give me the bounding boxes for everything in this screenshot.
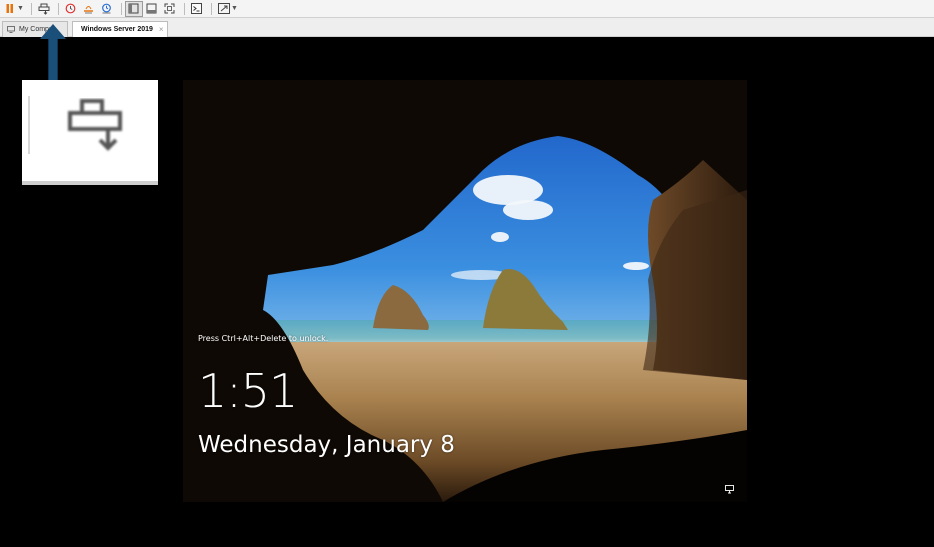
toolbar-separator xyxy=(120,2,122,15)
console-view-button[interactable] xyxy=(189,2,205,16)
revert-snapshot-icon xyxy=(84,6,94,14)
vmware-toolbar: ▼ ▼ xyxy=(0,0,934,18)
toolbar-separator xyxy=(30,2,32,15)
snapshot-manager-button[interactable] xyxy=(99,2,115,16)
toolbar-separator xyxy=(57,2,59,15)
sidebar-view-icon xyxy=(128,3,139,14)
toolbar-separator xyxy=(210,2,212,15)
stretch-guest-button[interactable] xyxy=(216,2,232,16)
full-screen-icon xyxy=(164,3,175,14)
pause-icon xyxy=(6,4,13,13)
thumbnail-view-icon xyxy=(146,3,157,14)
callout-separator xyxy=(28,96,30,154)
thumbnail-view-button[interactable] xyxy=(144,2,160,16)
vm-guest-display[interactable]: Press Ctrl+Alt+Delete to unlock. 1:51 We… xyxy=(183,80,747,502)
pause-button[interactable] xyxy=(2,2,18,16)
unlock-hint: Press Ctrl+Alt+Delete to unlock. xyxy=(198,334,329,343)
revert-snapshot-button[interactable] xyxy=(81,2,97,16)
snapshot-button[interactable] xyxy=(63,2,79,16)
stretch-dropdown-icon[interactable]: ▼ xyxy=(231,5,238,12)
zoomed-button-callout xyxy=(22,80,158,185)
network-icon[interactable] xyxy=(725,485,735,494)
send-ctrl-alt-del-button[interactable] xyxy=(36,2,52,16)
send-ctrl-alt-del-zoomed-icon xyxy=(68,99,122,151)
computer-icon xyxy=(7,26,15,33)
full-screen-button[interactable] xyxy=(162,2,178,16)
vm-tab-strip: My Compu Windows Server 2019 × xyxy=(0,18,934,37)
pause-dropdown-icon[interactable]: ▼ xyxy=(17,5,24,12)
console-view-icon xyxy=(191,3,203,14)
snapshot-icon xyxy=(66,3,76,14)
sidebar-view-button[interactable] xyxy=(124,0,143,17)
tab-label: Windows Server 2019 xyxy=(81,26,153,33)
toolbar-separator xyxy=(183,2,185,15)
lockscreen-date: Wednesday, January 8 xyxy=(198,432,455,458)
close-tab-icon[interactable]: × xyxy=(159,25,164,34)
tab-windows-server-2019[interactable]: Windows Server 2019 × xyxy=(72,21,168,37)
callout-arrow-shaft xyxy=(48,38,58,80)
lockscreen-time: 1:51 xyxy=(198,364,298,418)
callout-arrow-icon xyxy=(40,24,66,39)
send-ctrl-alt-del-icon xyxy=(38,3,50,15)
snapshot-manager-icon xyxy=(102,3,112,14)
stretch-guest-icon xyxy=(217,3,230,14)
